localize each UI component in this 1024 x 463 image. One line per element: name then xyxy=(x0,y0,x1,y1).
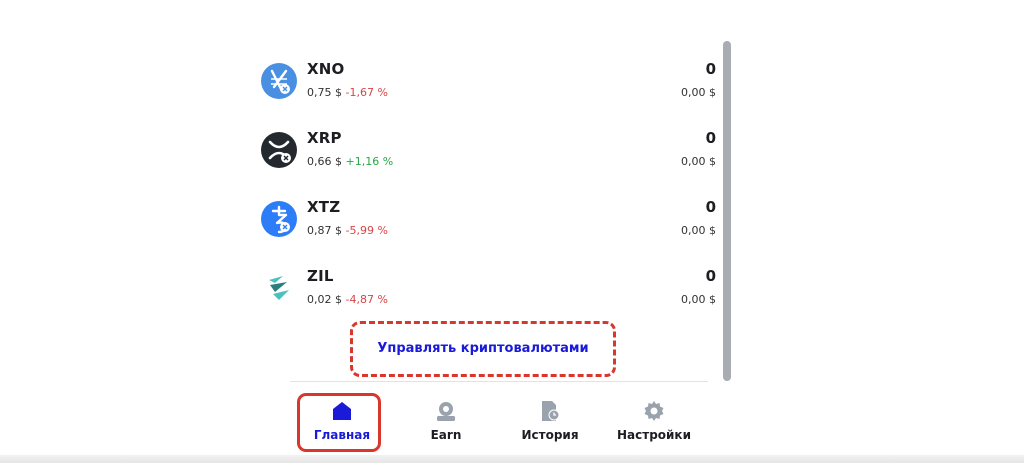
scrollbar[interactable] xyxy=(723,41,731,381)
manage-crypto-link[interactable]: Управлять криптовалютами xyxy=(350,320,616,376)
coin-price: 0,87 $ xyxy=(307,224,342,237)
coin-symbol: XNO xyxy=(307,60,345,78)
coin-row-xrp[interactable]: XRP 0,66 $ +1,16 % 0 0,00 $ xyxy=(258,129,718,182)
coin-price-line: 0,02 $ -4,87 % xyxy=(307,293,388,306)
bottom-shade xyxy=(0,455,1024,463)
coin-list: XNO 0,75 $ -1,67 % 0 0,00 $ XRP 0,66 $ +… xyxy=(0,0,1024,320)
coin-price: 0,02 $ xyxy=(307,293,342,306)
coin-change: -1,67 % xyxy=(345,86,388,99)
coin-value: 0,00 $ xyxy=(681,155,716,168)
coin-symbol: XRP xyxy=(307,129,342,147)
coin-row-xno[interactable]: XNO 0,75 $ -1,67 % 0 0,00 $ xyxy=(258,60,718,113)
coin-price-line: 0,75 $ -1,67 % xyxy=(307,86,388,99)
coin-price: 0,66 $ xyxy=(307,155,342,168)
coin-change: -5,99 % xyxy=(345,224,388,237)
nav-label: Главная xyxy=(313,428,371,442)
coin-change: +1,16 % xyxy=(345,155,394,168)
nav-item-settings[interactable]: Настройки xyxy=(604,396,704,452)
nano-icon xyxy=(261,63,297,99)
coin-price-line: 0,66 $ +1,16 % xyxy=(307,155,393,168)
coin-value: 0,00 $ xyxy=(681,86,716,99)
tezos-icon xyxy=(261,201,297,237)
coin-price: 0,75 $ xyxy=(307,86,342,99)
coin-amount: 0 xyxy=(705,129,716,147)
zilliqa-icon xyxy=(261,270,297,306)
nav-item-history[interactable]: История xyxy=(500,396,600,452)
nav-label: История xyxy=(521,428,579,442)
nav-item-earn[interactable]: Earn xyxy=(396,396,496,452)
nav-label: Настройки xyxy=(616,428,691,442)
coin-row-xtz[interactable]: XTZ 0,87 $ -5,99 % 0 0,00 $ xyxy=(258,198,718,251)
coin-value: 0,00 $ xyxy=(681,293,716,306)
coin-symbol: XTZ xyxy=(307,198,341,216)
home-icon xyxy=(331,400,353,422)
coin-change: -4,87 % xyxy=(345,293,388,306)
coin-symbol: ZIL xyxy=(307,267,334,285)
xrp-icon xyxy=(261,132,297,168)
nav-label: Earn xyxy=(430,428,462,442)
coin-amount: 0 xyxy=(705,60,716,78)
coin-row-zil[interactable]: ZIL 0,02 $ -4,87 % 0 0,00 $ xyxy=(258,267,718,320)
coin-amount: 0 xyxy=(705,198,716,216)
settings-icon xyxy=(643,400,665,422)
coin-amount: 0 xyxy=(705,267,716,285)
history-icon xyxy=(539,400,561,422)
nav-item-home[interactable]: Главная xyxy=(292,396,392,452)
bottom-nav: Главная Earn История Настройки xyxy=(290,384,708,454)
earn-icon xyxy=(435,400,457,422)
coin-value: 0,00 $ xyxy=(681,224,716,237)
nav-divider xyxy=(290,381,708,382)
coin-price-line: 0,87 $ -5,99 % xyxy=(307,224,388,237)
